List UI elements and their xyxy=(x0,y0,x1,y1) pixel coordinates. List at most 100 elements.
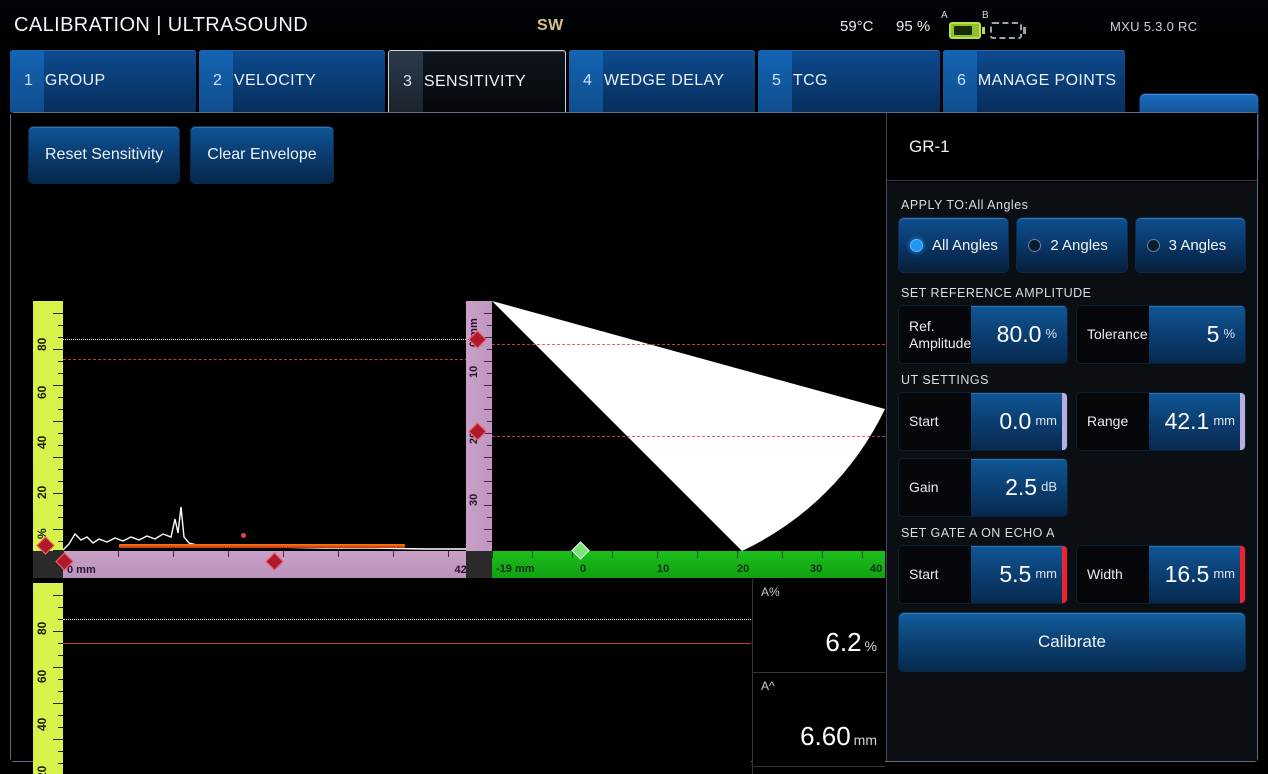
ref-amplitude-label: Ref. Amplitude xyxy=(899,306,971,363)
s-scan-xtick-40: 40 xyxy=(870,563,883,575)
gate-start-accent xyxy=(1062,546,1067,603)
readings-panel: A% 6.2% A^ 6.60mm SA^ 8.62mm xyxy=(752,579,885,774)
angle-amplitude-chart[interactable]: 0 % 20 40 60 80 xyxy=(33,583,751,774)
angle-chart-ytick-60: 60 xyxy=(35,669,49,683)
tolerance-field[interactable]: Tolerance 5 % xyxy=(1077,306,1245,363)
gate-section-label: SET GATE A ON ECHO A xyxy=(901,526,1056,540)
wizard-tab-bar: 1 GROUP 2 VELOCITY 3 SENSITIVITY 4 WEDGE… xyxy=(0,50,1268,162)
ut-gain-row-spacer xyxy=(1077,459,1245,516)
battery-b-label: B xyxy=(982,10,989,21)
ut-range-unit: mm xyxy=(1213,413,1235,428)
ref-amplitude-unit: % xyxy=(1045,326,1057,341)
ref-amplitude-value: 80.0 xyxy=(996,321,1042,347)
application-window: CALIBRATION | ULTRASOUND SW 59°C 95 % A … xyxy=(0,0,1268,774)
tab-tcg-number: 5 xyxy=(772,72,781,89)
s-scan-ytick-30: 30 xyxy=(468,493,480,506)
gate-start-field[interactable]: Start 5.5 mm xyxy=(899,546,1067,603)
tab-wedge-delay[interactable]: 4 WEDGE DELAY xyxy=(569,50,755,112)
a-scan-ytick-marks xyxy=(51,301,63,551)
radio-2-angles[interactable]: 2 Angles xyxy=(1017,218,1127,272)
angle-chart-ytick-marks xyxy=(51,583,63,774)
tab-tcg[interactable]: 5 TCG xyxy=(758,50,940,112)
tab-manage-points-number: 6 xyxy=(957,72,966,89)
ut-settings-section-label: UT SETTINGS xyxy=(901,373,989,387)
a-scan-gate-a-marker xyxy=(241,533,246,538)
ut-gain-field[interactable]: Gain 2.5 dB xyxy=(899,459,1067,516)
angle-chart-curve xyxy=(63,583,751,774)
ut-start-label: Start xyxy=(899,393,972,450)
gate-row: Start 5.5 mm Width 16.5 mm xyxy=(899,546,1245,603)
tolerance-unit: % xyxy=(1223,326,1235,341)
gate-width-accent xyxy=(1240,546,1245,603)
ut-start-field[interactable]: Start 0.0 mm xyxy=(899,393,1067,450)
tab-velocity-number: 2 xyxy=(213,72,222,89)
a-scan-gate-a-bar[interactable] xyxy=(119,544,405,548)
ref-amplitude-field[interactable]: Ref. Amplitude 80.0 % xyxy=(899,306,1067,363)
reference-amplitude-section-label: SET REFERENCE AMPLITUDE xyxy=(901,286,1092,300)
tab-manage-points[interactable]: 6 MANAGE POINTS xyxy=(943,50,1125,112)
tab-group-label: GROUP xyxy=(44,72,106,89)
reading-a-depth[interactable]: A^ 6.60 mm xyxy=(753,673,885,767)
action-button-bar: Reset Sensitivity Clear Envelope xyxy=(29,127,333,183)
temperature-readout: 59°C xyxy=(840,18,874,35)
settings-body: APPLY TO:All Angles All Angles 2 Angles … xyxy=(887,182,1257,761)
gate-width-field[interactable]: Width 16.5 mm xyxy=(1077,546,1245,603)
radio-3-angles-label: 3 Angles xyxy=(1168,236,1227,254)
s-scan-chart[interactable]: 0 mm 10 20 30 xyxy=(466,301,885,578)
tolerance-label: Tolerance xyxy=(1077,306,1150,363)
s-scan-corner xyxy=(466,551,492,578)
group-header: GR-1 xyxy=(887,113,1257,181)
ut-range-label: Range xyxy=(1077,393,1150,450)
gate-start-value: 5.5 xyxy=(999,561,1032,587)
tab-tcg-label: TCG xyxy=(792,72,828,89)
reading-sa-depth[interactable]: SA^ 8.62mm xyxy=(753,767,885,774)
reading-a-depth-unit: mm xyxy=(853,732,877,748)
tab-group[interactable]: 1 GROUP xyxy=(10,50,196,112)
ut-range-value: 42.1 xyxy=(1164,408,1210,434)
gate-start-unit: mm xyxy=(1035,566,1057,581)
s-scan-horizontal-ruler: -19 mm 0 10 20 30 40 xyxy=(492,541,885,578)
tab-wedge-delay-number: 4 xyxy=(583,72,592,89)
radio-2-angles-label: 2 Angles xyxy=(1050,236,1108,254)
s-scan-gate-end-line xyxy=(492,436,885,437)
radio-all-angles-icon xyxy=(910,238,923,252)
tab-velocity[interactable]: 2 VELOCITY xyxy=(199,50,385,112)
calibrate-button[interactable]: Calibrate xyxy=(899,613,1245,671)
a-scan-chart[interactable]: 0 % 20 40 60 80 xyxy=(33,301,488,578)
a-scan-waveform xyxy=(63,506,488,551)
clear-envelope-button[interactable]: Clear Envelope xyxy=(191,127,333,183)
status-bar: CALIBRATION | ULTRASOUND SW 59°C 95 % A … xyxy=(0,0,1268,50)
tab-sensitivity-number: 3 xyxy=(403,72,412,90)
ut-range-accent xyxy=(1240,393,1245,450)
s-scan-xtick-0: 0 xyxy=(580,563,587,575)
ut-start-accent xyxy=(1062,393,1067,450)
page-title: CALIBRATION | ULTRASOUND xyxy=(14,14,309,36)
a-scan-ytick-60: 60 xyxy=(35,385,49,399)
radio-all-angles-label: All Angles xyxy=(932,236,998,254)
radio-2-angles-icon xyxy=(1028,238,1042,252)
reading-a-percent[interactable]: A% 6.2% xyxy=(753,579,885,673)
group-name: GR-1 xyxy=(909,136,950,156)
a-scan-plot-area[interactable] xyxy=(63,301,488,551)
ut-range-field[interactable]: Range 42.1 mm xyxy=(1077,393,1245,450)
angle-selection-group: All Angles 2 Angles 3 Angles xyxy=(899,218,1245,272)
radio-all-angles[interactable]: All Angles xyxy=(899,218,1009,272)
reading-a-depth-label: A^ xyxy=(761,679,775,693)
reset-sensitivity-button[interactable]: Reset Sensitivity xyxy=(29,127,180,183)
ut-gain-row: Gain 2.5 dB xyxy=(899,459,1245,516)
a-scan-gate-marker-start[interactable] xyxy=(265,552,284,571)
a-scan-ytick-20: 20 xyxy=(35,485,49,499)
angle-chart-plot-area[interactable] xyxy=(63,583,751,774)
radio-3-angles-icon xyxy=(1146,238,1160,252)
wave-mode-indicator: SW xyxy=(537,17,564,34)
a-scan-ytick-40: 40 xyxy=(35,435,49,449)
s-scan-sector-area[interactable] xyxy=(492,301,885,551)
tab-sensitivity[interactable]: 3 SENSITIVITY xyxy=(388,50,566,112)
visualization-pane: Reset Sensitivity Clear Envelope 0 % 20 … xyxy=(11,113,885,774)
s-scan-xtick-start: -19 mm xyxy=(496,563,535,575)
s-scan-sector-shape xyxy=(492,301,885,551)
radio-3-angles[interactable]: 3 Angles xyxy=(1135,218,1245,272)
angle-chart-ytick-40: 40 xyxy=(35,717,49,731)
tab-velocity-label: VELOCITY xyxy=(233,72,317,89)
s-scan-gate-start-line xyxy=(492,344,885,345)
